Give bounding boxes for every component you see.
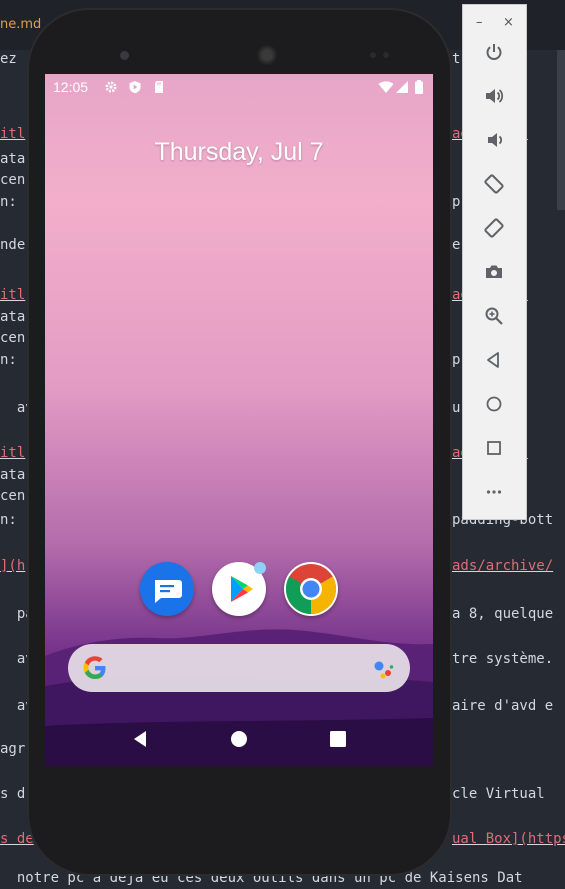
code-line-left: ata xyxy=(0,151,26,167)
emulator-side-toolbar: – × xyxy=(462,4,527,520)
battery-icon xyxy=(415,80,423,94)
code-line-left: agr xyxy=(0,741,26,757)
code-line-left: ez xyxy=(0,51,17,67)
google-search-bar[interactable] xyxy=(68,644,410,692)
wifi-icon xyxy=(378,81,394,93)
zoom-button[interactable] xyxy=(480,302,508,330)
code-line-right: cle Virtual xyxy=(452,786,545,802)
code-line-left: itl xyxy=(0,445,26,461)
earpiece-speaker xyxy=(256,44,278,66)
status-clock: 12:05 xyxy=(53,79,89,95)
volume-down-icon xyxy=(488,133,503,147)
nav-back-icon[interactable] xyxy=(131,729,151,749)
minimize-button[interactable]: – xyxy=(476,15,483,30)
code-line-left: n: xyxy=(0,512,17,528)
front-camera xyxy=(120,51,129,60)
sd-card-icon xyxy=(155,81,163,93)
home-icon xyxy=(486,396,502,412)
code-line-left: nde xyxy=(0,237,26,253)
volume-up-icon xyxy=(486,89,504,103)
code-line-left: n: xyxy=(0,194,17,210)
more-icon xyxy=(486,490,502,494)
code-line-left: cen xyxy=(0,330,26,346)
overview-icon xyxy=(487,441,501,455)
rotate-right-button[interactable] xyxy=(480,214,508,242)
code-line-left: n: xyxy=(0,352,17,368)
home-date-widget[interactable]: Thursday, Jul 7 xyxy=(45,138,433,167)
nav-overview-icon[interactable] xyxy=(328,729,348,749)
code-line-right: ual Box](https xyxy=(452,831,565,847)
code-line-left: cen xyxy=(0,488,26,504)
back-icon xyxy=(487,352,499,368)
settings-gear-icon xyxy=(105,81,117,93)
notification-dot xyxy=(254,562,266,574)
screenshot-button[interactable] xyxy=(480,258,508,286)
code-line-left: cen xyxy=(0,172,26,188)
more-options-button[interactable] xyxy=(480,478,508,506)
cell-signal-icon xyxy=(396,81,408,93)
code-line-left: itl xyxy=(0,126,26,142)
android-home-screen[interactable]: 12:05 Thursday, Jul 7 xyxy=(45,74,433,766)
rotate-right-icon xyxy=(484,218,504,238)
rotate-left-button[interactable] xyxy=(480,170,508,198)
volume-down-button[interactable] xyxy=(480,126,508,154)
code-line-right: ads/archive/ xyxy=(452,558,554,574)
light-sensor xyxy=(383,52,389,58)
code-line-left: ata xyxy=(0,467,26,483)
code-line-left: s de xyxy=(0,831,34,847)
power-icon xyxy=(486,44,502,60)
code-line-right: a 8, quelque xyxy=(452,606,554,622)
google-logo-icon xyxy=(83,656,106,679)
proximity-sensor xyxy=(370,52,376,58)
nav-home-icon[interactable] xyxy=(229,729,249,749)
rotate-left-icon xyxy=(484,174,504,194)
power-button[interactable] xyxy=(480,38,508,66)
messages-app-icon[interactable] xyxy=(140,562,194,616)
home-button[interactable] xyxy=(480,390,508,418)
code-line-left: ](h xyxy=(0,558,26,574)
code-line-left: ata xyxy=(0,309,26,325)
zoom-icon xyxy=(485,307,503,325)
volume-up-button[interactable] xyxy=(480,82,508,110)
code-line-left: s d xyxy=(0,786,26,802)
status-bar: 12:05 xyxy=(45,74,433,100)
chrome-app-icon[interactable] xyxy=(284,562,338,616)
code-line-right: tre système. xyxy=(452,651,554,667)
editor-scrollbar[interactable] xyxy=(557,50,565,210)
editor-tab-filename[interactable]: ne.md xyxy=(0,17,41,32)
code-line-right: aire d'avd e xyxy=(452,698,554,714)
back-button[interactable] xyxy=(480,346,508,374)
close-button[interactable]: × xyxy=(503,15,514,30)
shield-play-icon xyxy=(129,81,141,94)
code-line-left: itl xyxy=(0,287,26,303)
google-assistant-icon[interactable] xyxy=(372,657,396,681)
camera-icon xyxy=(486,265,502,278)
overview-button[interactable] xyxy=(480,434,508,462)
